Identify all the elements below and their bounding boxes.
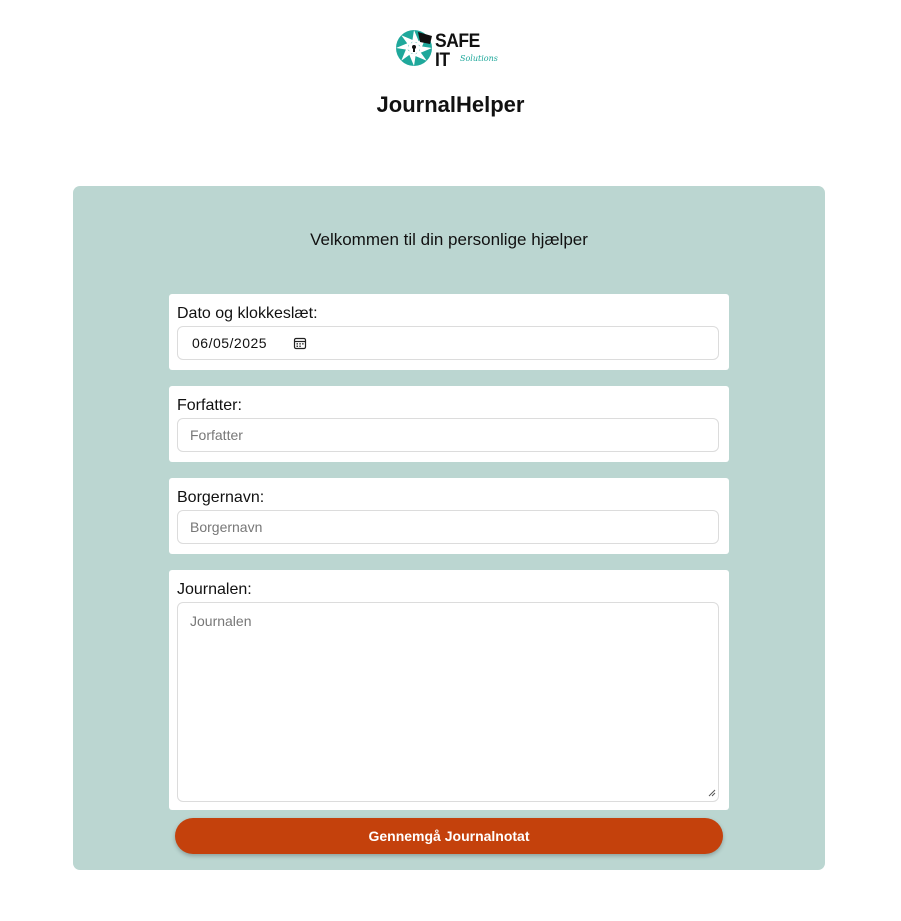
journal-textarea[interactable] (177, 602, 719, 802)
logo-wordmark: SAFE IT (435, 31, 480, 71)
page: SAFE IT Solutions JournalHelper Velkomme… (0, 0, 901, 921)
page-title: JournalHelper (376, 92, 525, 117)
date-field-card: Dato og klokkeslæt: 06/05/2025 (169, 294, 729, 370)
citizen-name-field-label: Borgernavn: (177, 489, 265, 506)
citizen-name-field-card: Borgernavn: (169, 478, 729, 554)
logo-subtext: Solutions (460, 54, 498, 63)
author-input[interactable] (177, 418, 719, 452)
journal-field-card: Journalen: (169, 570, 729, 810)
calendar-icon[interactable] (293, 336, 307, 350)
resize-grip-icon[interactable] (708, 789, 716, 797)
safe-it-logo: SAFE IT Solutions (394, 24, 504, 76)
review-journal-button[interactable]: Gennemgå Journalnotat (175, 818, 723, 854)
date-field-label: Dato og klokkeslæt: (177, 305, 318, 322)
date-input[interactable]: 06/05/2025 (177, 326, 719, 360)
welcome-heading: Velkommen til din personlige hjælper (310, 230, 588, 249)
journal-form-panel: Velkommen til din personlige hjælper Dat… (73, 186, 825, 870)
aperture-shield-icon (396, 30, 432, 66)
author-field-label: Forfatter: (177, 397, 242, 414)
date-value: 06/05/2025 (192, 335, 268, 351)
citizen-name-input[interactable] (177, 510, 719, 544)
author-field-card: Forfatter: (169, 386, 729, 462)
journal-field-label: Journalen: (177, 581, 252, 598)
